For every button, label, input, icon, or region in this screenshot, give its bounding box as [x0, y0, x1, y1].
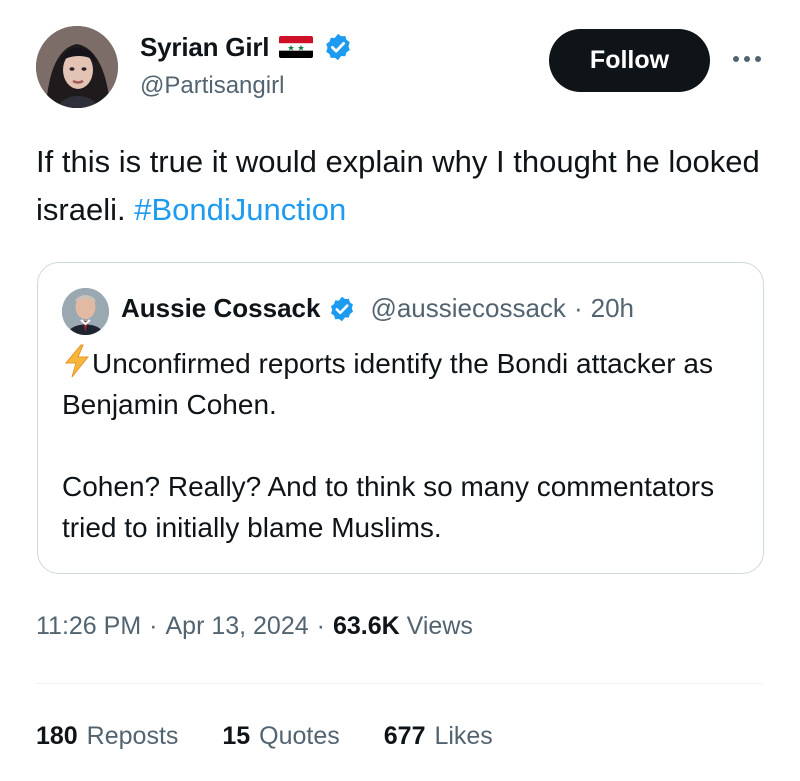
engagement-stats: 180 Reposts 15 Quotes 677 Likes [36, 722, 493, 751]
views-label: Views [406, 612, 473, 640]
likes-count: 677 [383, 722, 426, 750]
reposts-stat[interactable]: 180 Reposts [36, 722, 178, 751]
tweet-meta: 11:26 PM · Apr 13, 2024 · 63.6K Views [36, 612, 473, 641]
quoted-author-handle[interactable]: @aussiecossack [370, 293, 565, 324]
separator-dot: · [316, 612, 325, 640]
author-name[interactable]: Syrian Girl [140, 32, 270, 63]
verified-badge-icon[interactable] [323, 32, 353, 62]
hashtag-link[interactable]: #BondiJunction [134, 192, 346, 227]
quotes-count: 15 [222, 722, 251, 750]
follow-button[interactable]: Follow [549, 29, 710, 92]
reposts-label: Reposts [86, 722, 179, 750]
syria-flag-icon [279, 36, 314, 58]
author-avatar[interactable] [36, 26, 118, 108]
quoted-header: Aussie Cossack @aussiecossack · 20h [121, 293, 634, 324]
separator-dot: · [149, 612, 158, 640]
reposts-count: 180 [36, 722, 78, 750]
quoted-timestamp[interactable]: 20h [591, 293, 634, 324]
author-handle[interactable]: @Partisangirl [140, 72, 284, 100]
verified-badge-icon [328, 295, 356, 323]
lightning-bolt-icon [62, 344, 92, 378]
quotes-stat[interactable]: 15 Quotes [222, 722, 339, 751]
quoted-author-name[interactable]: Aussie Cossack [121, 293, 320, 324]
quoted-line-1: Unconfirmed reports identify the Bondi a… [62, 348, 713, 420]
divider [36, 683, 763, 684]
quoted-line-2: Cohen? Really? And to think so many comm… [62, 471, 715, 543]
tweet-text: If this is true it would explain why I t… [36, 138, 776, 234]
tweet-time[interactable]: 11:26 PM [36, 612, 141, 641]
likes-stat[interactable]: 677 Likes [384, 722, 493, 751]
quoted-tweet-card[interactable]: Aussie Cossack @aussiecossack · 20h Unco… [37, 262, 764, 574]
separator-dot: · [573, 293, 583, 323]
quotes-label: Quotes [259, 722, 340, 750]
likes-label: Likes [434, 722, 493, 750]
views-count: 63.6K [332, 612, 400, 640]
more-options-icon[interactable] [727, 44, 767, 74]
quoted-text: Unconfirmed reports identify the Bondi a… [62, 343, 742, 548]
tweet-date[interactable]: Apr 13, 2024 [165, 612, 308, 641]
author-name-row: Syrian Girl [140, 30, 353, 64]
quoted-author-avatar[interactable] [62, 288, 109, 335]
